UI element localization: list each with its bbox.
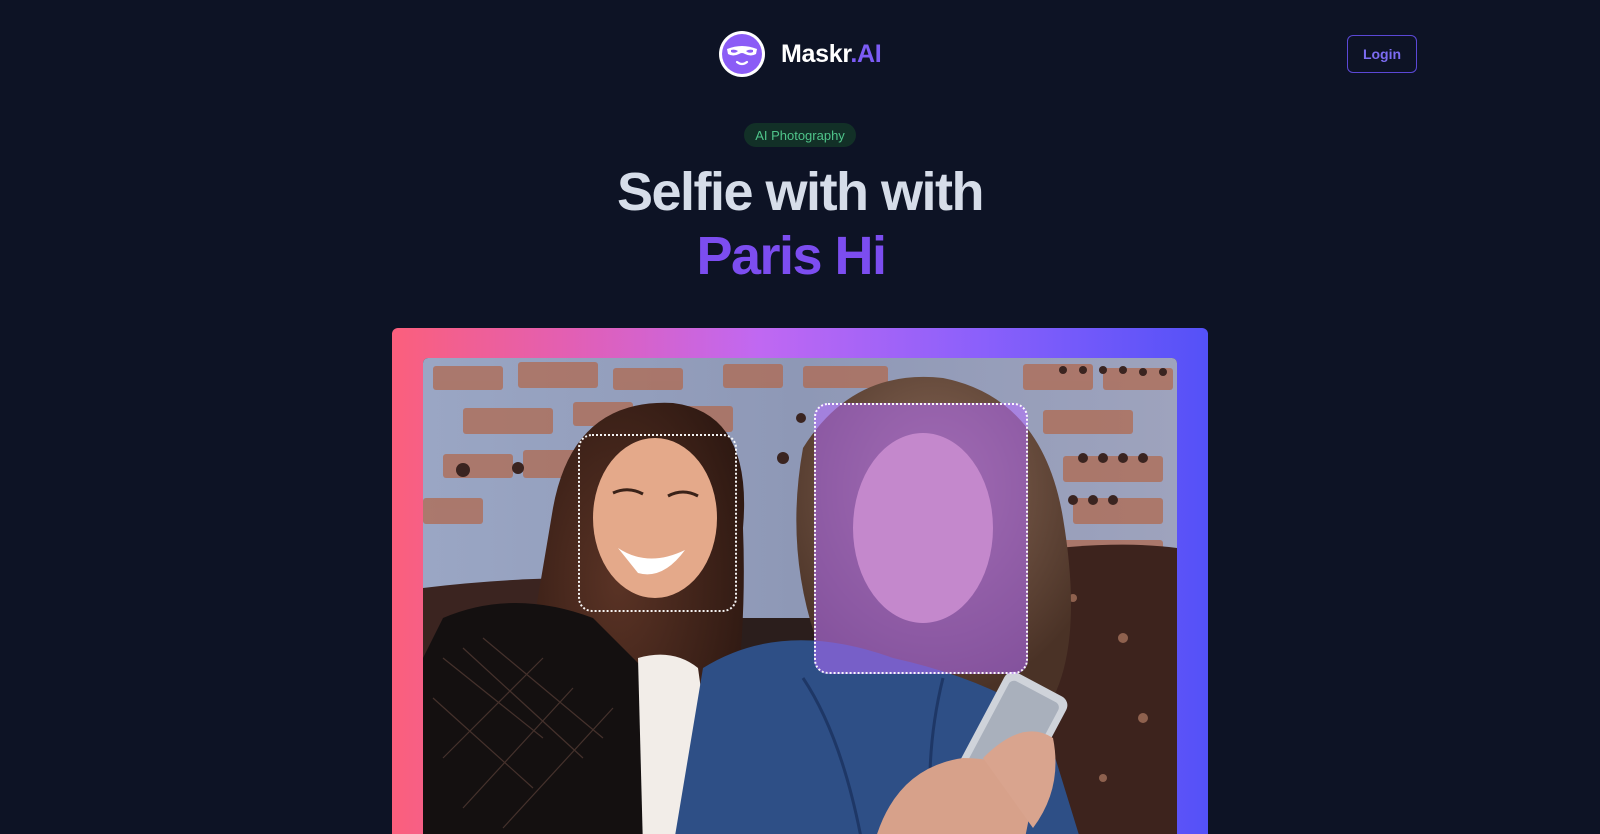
brand-suffix: .AI [850, 39, 882, 68]
page-title-line1: Selfie with with [616, 162, 985, 222]
face-selection-box-left[interactable] [578, 434, 737, 612]
masked-face-logo-icon [719, 31, 765, 77]
brand-name-text: Maskr [781, 39, 851, 68]
login-button[interactable]: Login [1347, 35, 1417, 73]
category-tag: AI Photography [744, 123, 856, 147]
face-swap-overlay-right[interactable] [814, 403, 1028, 674]
page: Maskr.AI Login AI Photography Selfie wit… [0, 0, 1600, 834]
page-title-line2: Paris Hi [696, 226, 887, 286]
two-women-selfie-photo [423, 358, 1177, 834]
brand[interactable]: Maskr.AI [718, 30, 882, 78]
page-title: Selfie with with Paris Hi [0, 160, 1600, 288]
brand-name: Maskr.AI [781, 39, 882, 69]
